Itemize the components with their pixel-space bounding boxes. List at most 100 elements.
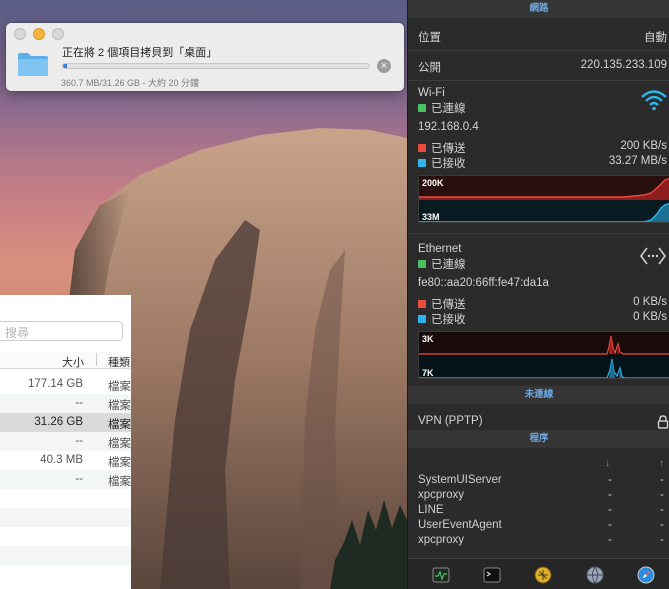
location-value[interactable]: 自動 — [644, 29, 667, 45]
ethernet-sent-label: 已傳送 — [418, 296, 466, 312]
process-up: - — [660, 504, 664, 516]
divider — [408, 50, 669, 51]
processes-section-header: 程序 — [408, 430, 669, 448]
connected-indicator — [418, 104, 426, 112]
empty-row — [0, 489, 131, 508]
ethernet-title: Ethernet — [418, 243, 462, 255]
process-up: - — [660, 474, 664, 486]
file-kind: 檔案 — [108, 419, 131, 431]
sent-indicator — [418, 300, 426, 308]
terminal-icon[interactable] — [483, 566, 501, 584]
file-kind: 檔案 — [108, 476, 131, 488]
process-down: - — [608, 474, 612, 486]
process-name: xpcproxy — [418, 489, 465, 501]
copy-progress-fill — [63, 64, 67, 68]
zoom-button[interactable] — [52, 28, 64, 40]
wifi-traffic-graph: 200K 33M — [418, 175, 669, 223]
ethernet-status: 已連線 — [418, 256, 466, 272]
network-utility-icon[interactable] — [586, 566, 604, 584]
wifi-status: 已連線 — [418, 100, 466, 116]
ethernet-ip: fe80::aa20:66ff:fe47:da1a — [418, 277, 549, 289]
divider — [408, 233, 669, 234]
download-arrow-icon: ↓ — [605, 458, 610, 469]
file-kind: 檔案 — [108, 457, 131, 469]
file-row[interactable]: -- 檔案 — [0, 394, 131, 413]
panel-toolbar — [408, 558, 669, 589]
folder-icon — [18, 53, 48, 76]
received-indicator — [418, 315, 426, 323]
vpn-label: VPN (PPTP) — [418, 415, 483, 427]
wifi-ip: 192.168.0.4 — [418, 121, 479, 133]
ethernet-recv-value: 0 KB/s — [633, 311, 667, 323]
file-size: 177.14 GB — [28, 378, 83, 390]
ethernet-sent-value: 0 KB/s — [633, 296, 667, 308]
wifi-graph-up-label: 200K — [422, 178, 444, 188]
wifi-recv-text: 已接收 — [431, 158, 466, 170]
received-indicator — [418, 159, 426, 167]
ethernet-recv-label: 已接收 — [418, 311, 466, 327]
ethernet-status-text: 已連線 — [431, 259, 466, 271]
empty-row — [0, 565, 131, 584]
upload-arrow-icon: ↑ — [659, 458, 664, 469]
ethernet-graph-down-label: 7K — [422, 368, 434, 378]
file-size: -- — [75, 435, 83, 447]
close-button[interactable] — [14, 28, 26, 40]
ethernet-icon — [640, 247, 666, 265]
sent-indicator — [418, 144, 426, 152]
file-row[interactable]: 40.3 MB 檔案 — [0, 451, 131, 470]
minimize-button[interactable] — [33, 28, 45, 40]
column-size[interactable]: 大小 — [0, 354, 84, 370]
file-size: 40.3 MB — [40, 454, 83, 466]
process-up: - — [660, 534, 664, 546]
file-list: 177.14 GB 檔案 -- 檔案 31.26 GB 檔案 -- 檔案 40.3 MB… — [0, 375, 131, 584]
process-up: - — [660, 519, 664, 531]
ethernet-traffic-graph: 3K 7K — [418, 331, 669, 379]
safari-icon[interactable] — [637, 566, 655, 584]
process-name: xpcproxy — [418, 534, 465, 546]
ethernet-sent-text: 已傳送 — [431, 299, 466, 311]
column-kind[interactable]: 種類 — [108, 354, 130, 370]
file-row[interactable]: 177.14 GB 檔案 — [0, 375, 131, 394]
wifi-recv-value: 33.27 MB/s — [608, 155, 667, 167]
divider — [408, 80, 669, 81]
wifi-icon — [641, 90, 667, 111]
network-stats-panel: 網路 位置 自動 公開 220.135.233.109 Wi-Fi 已連線 19… — [407, 0, 669, 589]
file-row[interactable]: -- 檔案 — [0, 470, 131, 489]
file-size: 31.26 GB — [34, 416, 83, 428]
empty-row — [0, 508, 131, 527]
process-down: - — [608, 504, 612, 516]
search-field[interactable]: 搜尋 — [0, 321, 123, 341]
process-down: - — [608, 534, 612, 546]
connected-indicator — [418, 260, 426, 268]
empty-row — [0, 546, 131, 565]
copy-title: 正在將 2 個項目拷貝到「桌面」 — [62, 47, 218, 59]
process-down: - — [608, 519, 612, 531]
wifi-recv-label: 已接收 — [418, 155, 466, 171]
copy-progress-window: 正在將 2 個項目拷貝到「桌面」 × 360.7 MB/31.26 GB - 大… — [6, 23, 404, 91]
column-header: 大小 種類 — [0, 351, 131, 369]
wifi-status-text: 已連線 — [431, 103, 466, 115]
copy-progress-bar — [62, 63, 370, 69]
console-icon[interactable] — [534, 566, 552, 584]
column-separator — [96, 353, 97, 366]
wifi-sent-label: 已傳送 — [418, 140, 466, 156]
file-kind: 檔案 — [108, 400, 131, 412]
wifi-sent-text: 已傳送 — [431, 143, 466, 155]
file-kind: 檔案 — [108, 438, 131, 450]
ethernet-recv-text: 已接收 — [431, 314, 466, 326]
file-row[interactable]: -- 檔案 — [0, 432, 131, 451]
location-label: 位置 — [418, 32, 441, 44]
cancel-copy-icon[interactable]: × — [377, 59, 391, 73]
file-row-selected[interactable]: 31.26 GB 檔案 — [0, 413, 131, 432]
public-label: 公開 — [418, 62, 441, 74]
wifi-sent-value: 200 KB/s — [620, 140, 667, 152]
file-kind: 檔案 — [108, 381, 131, 393]
activity-monitor-icon[interactable] — [432, 566, 450, 584]
process-name: LINE — [418, 504, 444, 516]
process-down: - — [608, 489, 612, 501]
wifi-title: Wi-Fi — [418, 87, 445, 99]
file-size: -- — [75, 397, 83, 409]
process-up: - — [660, 489, 664, 501]
ethernet-graph-up-label: 3K — [422, 334, 434, 344]
process-name: UserEventAgent — [418, 519, 502, 531]
